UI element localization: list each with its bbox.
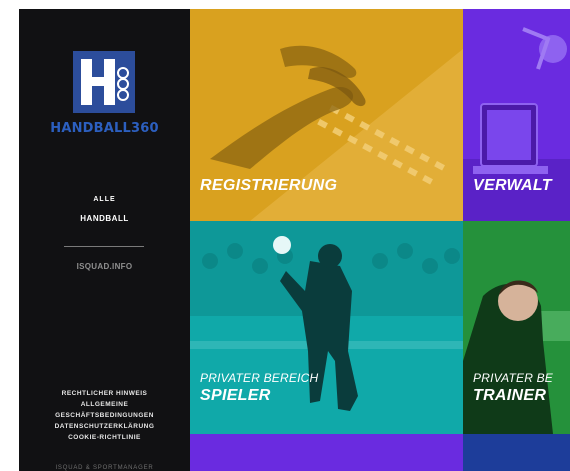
handball360-logo[interactable] [73, 51, 135, 113]
tile-spieler-title: SPIELER [200, 387, 271, 404]
tile-trainer-title: TRAINER [473, 387, 547, 404]
tile-spieler[interactable]: PRIVATER BEREICH SPIELER [190, 221, 463, 434]
sidebar: HANDBALL360 ALLE HANDBALL ISQUAD.INFO RE… [19, 9, 190, 471]
cookie-policy-link[interactable]: COOKIE-RICHTLINIE [19, 432, 190, 443]
legal-hint-link[interactable]: RECHTLICHER HINWEIS [19, 388, 190, 399]
nav-all-link[interactable]: ALLE [19, 196, 190, 203]
nav-handball-link[interactable]: HANDBALL [19, 214, 190, 223]
app-frame: HANDBALL360 ALLE HANDBALL ISQUAD.INFO RE… [19, 9, 570, 471]
tile-registrierung-title: REGISTRIERUNG [200, 177, 338, 194]
tile-trainer[interactable]: PRIVATER BE TRAINER [463, 221, 570, 434]
tile-registrierung[interactable]: REGISTRIERUNG [190, 9, 463, 221]
tile-spieler-subtitle: PRIVATER BEREICH [200, 371, 319, 385]
footer-brand-text: ISQUAD & SPORTMANAGER [55, 465, 154, 471]
tile-verwaltung-title: VERWALT [473, 177, 552, 194]
isquad-info-link[interactable]: ISQUAD.INFO [19, 262, 190, 271]
terms-link-line1[interactable]: ALLGEMEINE [19, 399, 190, 410]
tile-bottom-left[interactable] [190, 434, 463, 471]
legal-links: RECHTLICHER HINWEIS ALLGEMEINE GESCHÄFTS… [19, 388, 190, 443]
nav-divider [64, 246, 144, 247]
tile-trainer-subtitle: PRIVATER BE [473, 371, 554, 385]
brand-name: HANDBALL360 [50, 121, 159, 136]
terms-link-line2[interactable]: GESCHÄFTSBEDINGUNGEN [19, 410, 190, 421]
logo-h-icon [73, 51, 135, 113]
tile-verwaltung[interactable]: VERWALT [463, 9, 570, 221]
privacy-link[interactable]: DATENSCHUTZERKLÄRUNG [19, 421, 190, 432]
tile-bottom-right[interactable] [463, 434, 570, 471]
